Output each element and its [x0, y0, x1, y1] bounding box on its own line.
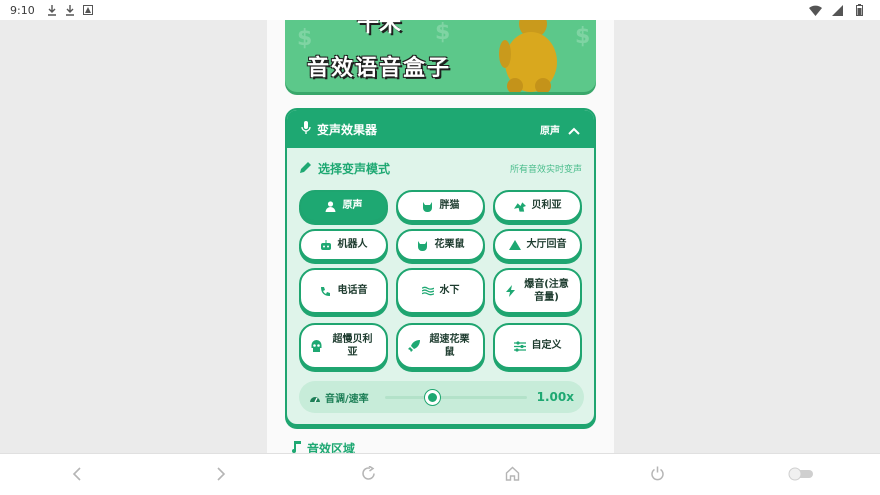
mode-button-slow-belial[interactable]: 超慢贝利亚 — [299, 323, 388, 369]
mode-label: 原声 — [342, 200, 363, 212]
mode-button-belial[interactable]: 贝利亚 — [493, 190, 582, 222]
mode-label: 大厅回音 — [526, 239, 567, 251]
app-content[interactable]: $ $ $ $ 千禾 音效语音盒子 变声效果器 原声 — [267, 20, 614, 453]
banner-title: 音效语音盒子 — [307, 56, 452, 81]
download-icon — [63, 3, 77, 17]
cat-icon — [422, 200, 434, 212]
mode-button-underwater[interactable]: 水下 — [396, 268, 485, 314]
mode-section-header: 选择变声模式 所有音效实时变声 — [287, 148, 594, 188]
mode-button-chipmunk[interactable]: 花栗鼠 — [396, 229, 485, 261]
forward-button[interactable] — [210, 464, 232, 486]
gauge-icon — [309, 388, 321, 407]
squirrel-icon — [417, 239, 429, 251]
mascot-image — [499, 20, 557, 92]
dollar-icon: $ — [297, 26, 313, 51]
mode-label: 机器人 — [337, 239, 368, 251]
pitch-value: 1.00x — [536, 390, 574, 404]
rocket-icon — [407, 340, 420, 352]
chevron-left-icon — [72, 466, 82, 485]
pitch-slider-thumb[interactable] — [424, 389, 440, 405]
mode-label: 爆音(注意音量) — [524, 278, 569, 304]
dragon-icon — [513, 200, 526, 212]
skull-icon — [311, 340, 323, 352]
mode-section-label: 选择变声模式 — [318, 161, 391, 176]
chevron-right-icon — [216, 466, 226, 485]
toggle-icon — [787, 466, 815, 485]
battery-icon — [852, 3, 866, 17]
pencil-icon — [299, 159, 312, 178]
mode-label: 贝利亚 — [531, 200, 562, 212]
wifi-icon — [808, 3, 822, 17]
mode-label: 电话音 — [337, 285, 368, 297]
phone-icon — [320, 285, 332, 297]
banner: $ $ $ $ 千禾 音效语音盒子 — [285, 20, 596, 92]
voice-changer-header[interactable]: 变声效果器 原声 — [287, 110, 594, 148]
mode-button-original[interactable]: 原声 — [299, 190, 388, 222]
download-icon — [45, 3, 59, 17]
mode-label: 水下 — [439, 285, 460, 297]
mode-label: 花栗鼠 — [434, 239, 465, 251]
pitch-slider-row: 音调/速率 1.00x — [299, 381, 584, 413]
current-mode-label: 原声 — [540, 125, 560, 137]
mode-button-telephone[interactable]: 电话音 — [299, 268, 388, 314]
mode-button-hall-echo[interactable]: 大厅回音 — [493, 229, 582, 261]
home-icon — [505, 466, 520, 485]
sound-effects-section-label: 音效区域 — [307, 442, 356, 453]
banner-title-partial: 千禾 — [357, 20, 402, 37]
mode-button-distortion[interactable]: 爆音(注意音量) — [493, 268, 582, 314]
mode-button-fast-chipmunk[interactable]: 超速花栗鼠 — [396, 323, 485, 369]
sound-effects-section-header: 音效区域 — [291, 440, 355, 453]
notification-icon — [81, 3, 95, 17]
browser-nav-bar — [0, 453, 880, 495]
reload-button[interactable] — [357, 464, 379, 486]
pitch-slider-track[interactable] — [384, 389, 527, 405]
water-icon — [421, 285, 434, 297]
power-icon — [650, 466, 665, 485]
signal-icon — [830, 3, 844, 17]
pitch-label: 音调/速率 — [325, 393, 369, 405]
status-bar: 9:10 — [0, 0, 880, 20]
voice-changer-card: 变声效果器 原声 选择变声模式 所有音效实时变声 原声 胖猫 贝利亚 机器人 花… — [285, 108, 596, 426]
dollar-icon: $ — [435, 20, 451, 45]
person-icon — [325, 200, 337, 212]
robot-icon — [320, 239, 332, 251]
mode-button-robot[interactable]: 机器人 — [299, 229, 388, 261]
dollar-icon: $ — [575, 24, 591, 49]
mode-label: 超速花栗鼠 — [429, 333, 470, 359]
home-button[interactable] — [501, 464, 523, 486]
realtime-hint: 所有音效实时变声 — [509, 164, 582, 175]
power-button[interactable] — [646, 464, 668, 486]
mode-label: 胖猫 — [439, 200, 460, 212]
reload-icon — [361, 464, 376, 485]
chevron-up-icon[interactable] — [568, 120, 580, 139]
music-note-icon — [291, 441, 301, 453]
toggle-switch[interactable] — [786, 464, 816, 486]
mode-label: 超慢贝利亚 — [332, 333, 373, 359]
bolt-icon — [505, 285, 517, 297]
mode-button-fat-cat[interactable]: 胖猫 — [396, 190, 485, 222]
mountain-icon — [508, 239, 521, 251]
microphone-icon — [301, 120, 311, 139]
sliders-icon — [513, 340, 526, 352]
back-button[interactable] — [66, 464, 88, 486]
voice-changer-title: 变声效果器 — [317, 122, 378, 137]
mode-label: 自定义 — [531, 340, 562, 352]
status-time: 9:10 — [10, 3, 35, 17]
mode-button-custom[interactable]: 自定义 — [493, 323, 582, 369]
